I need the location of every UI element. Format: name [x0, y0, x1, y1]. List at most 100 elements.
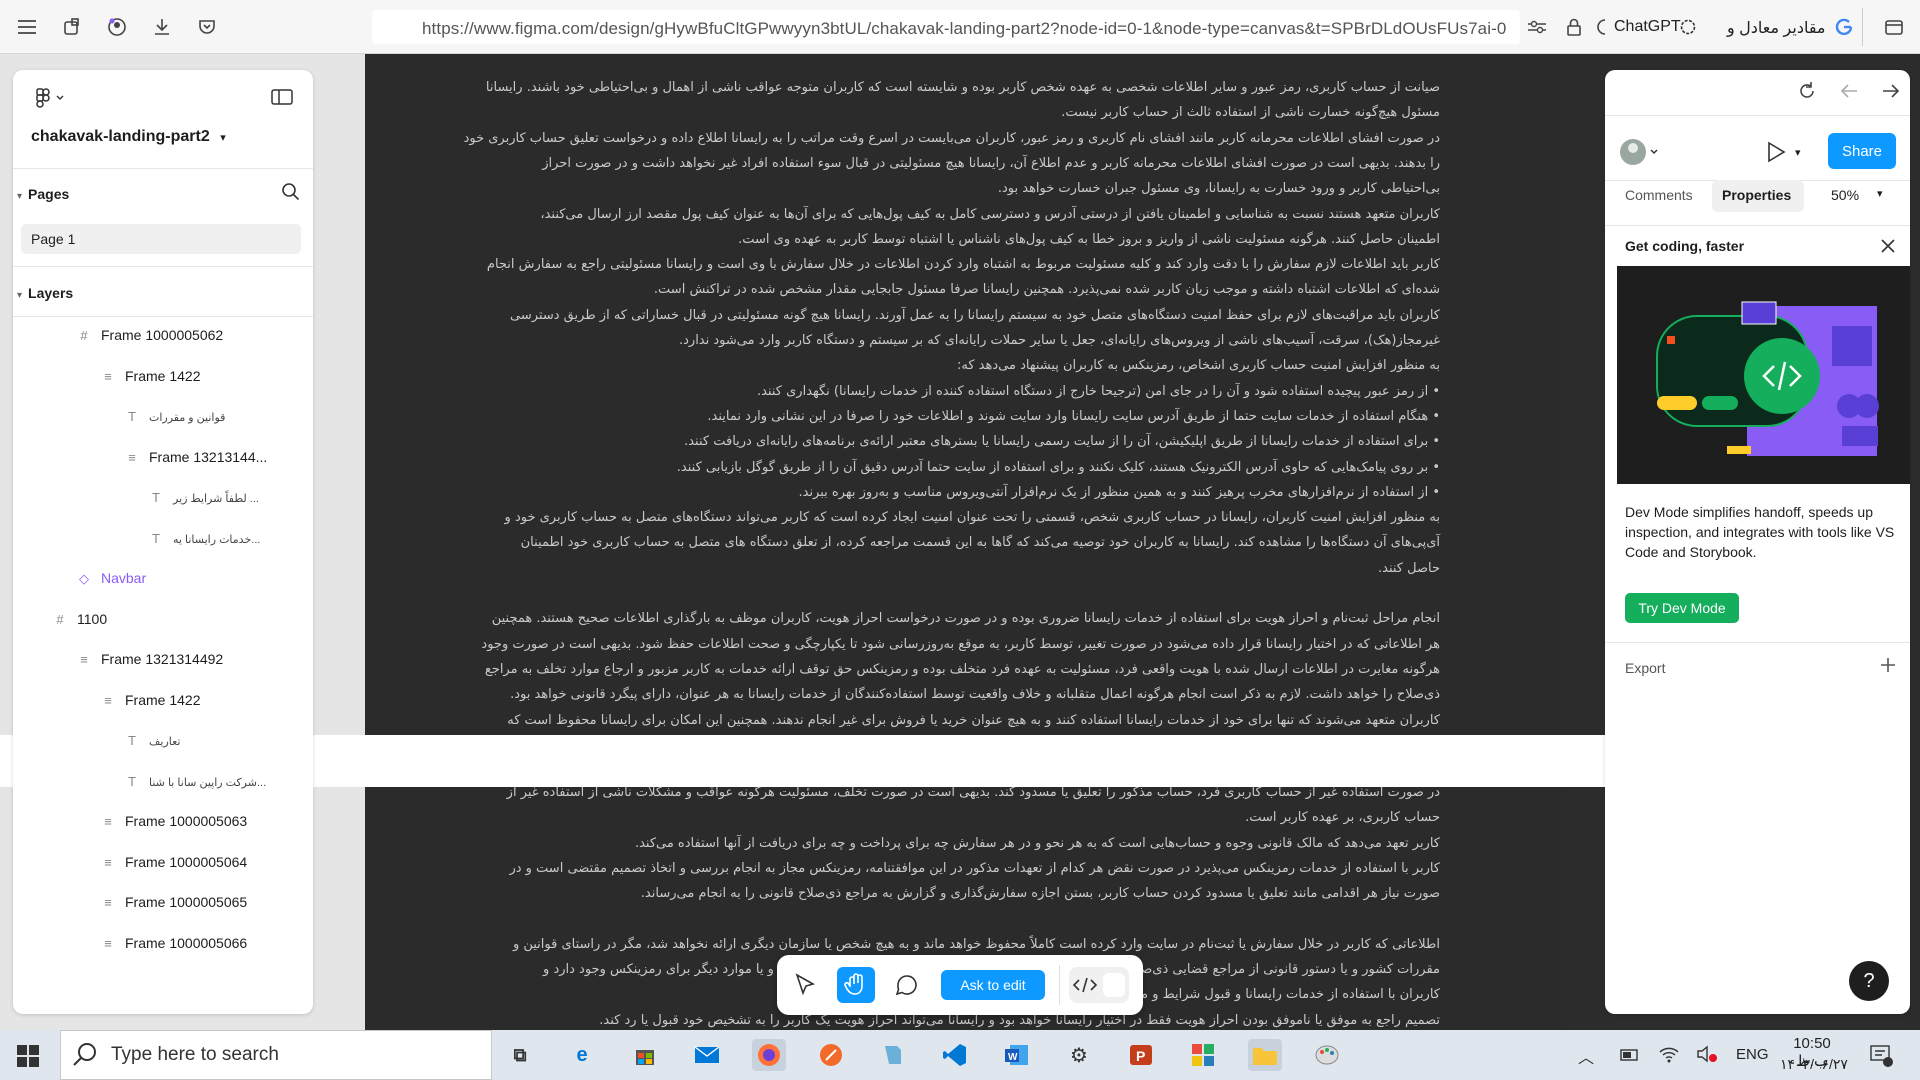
- firefox-icon[interactable]: [752, 1039, 786, 1071]
- layers-panel: chakavak-landing-part2 ▾ ▾ Pages Page 1 ▾…: [13, 70, 313, 1014]
- text-line: اطمینان حاصل کنند. هرگونه مسئولیت ناشی ا…: [738, 231, 1440, 247]
- search-placeholder: Type here to search: [111, 1044, 279, 1065]
- edge-icon[interactable]: e: [565, 1039, 599, 1071]
- hand-tool-icon[interactable]: [837, 967, 875, 1003]
- volume-muted-icon[interactable]: [1696, 1044, 1718, 1064]
- text-line: انجام مراحل ثبت‌نام و احراز هویت برای اس…: [491, 611, 1440, 627]
- chevron-up-icon[interactable]: ︿: [1578, 1044, 1594, 1068]
- properties-panel: ▾ Share Comments Properties 50% ▾ Get co…: [1605, 70, 1910, 1014]
- auto-layout-icon: ≡: [80, 652, 88, 667]
- chevron-down-icon[interactable]: ▾: [1877, 187, 1883, 200]
- play-icon[interactable]: [1765, 140, 1787, 164]
- tab-divider: [1862, 8, 1863, 46]
- google-icon: [1830, 13, 1858, 41]
- url-text[interactable]: https://www.figma.com/design/gHywBfuCltG…: [422, 19, 1506, 39]
- task-view-icon[interactable]: ⧉: [503, 1039, 537, 1071]
- text-layer-icon: T: [128, 409, 136, 424]
- layer-label: تعاریف: [149, 736, 181, 748]
- layer-item[interactable]: ≡ Frame 1321314492: [77, 651, 293, 667]
- app-grid-icon[interactable]: [1186, 1039, 1220, 1071]
- comment-tool-icon[interactable]: [893, 971, 921, 999]
- layer-item[interactable]: T قوانین و مقررات: [125, 408, 293, 424]
- notifications-icon[interactable]: [1868, 1042, 1894, 1068]
- share-button[interactable]: Share: [1828, 133, 1896, 169]
- close-icon[interactable]: [1879, 237, 1897, 255]
- reset-icon[interactable]: [1795, 79, 1819, 103]
- chevron-down-icon[interactable]: ▾: [1795, 146, 1801, 159]
- layer-item[interactable]: ≡ Frame 13213144...: [125, 449, 293, 465]
- clock-date[interactable]: ۱۴۰۳/۰۶/۲۷: [1780, 1056, 1848, 1073]
- tune-icon[interactable]: [1523, 13, 1551, 41]
- word-icon[interactable]: W: [1000, 1039, 1034, 1071]
- layer-item[interactable]: ≡ Frame 1000005066: [101, 935, 293, 951]
- url-bar[interactable]: https://www.figma.com/design/gHywBfuCltG…: [372, 10, 1520, 44]
- layer-label: Frame 1000005066: [125, 934, 248, 951]
- powerpoint-icon[interactable]: P: [1124, 1039, 1158, 1071]
- text-line: هرگونه مغایرت در اطلاعات ارسال شده با هو…: [484, 661, 1440, 677]
- notes-icon[interactable]: [876, 1039, 910, 1071]
- battery-icon[interactable]: [1618, 1046, 1640, 1064]
- tab-comments[interactable]: Comments: [1625, 187, 1693, 203]
- paint-icon[interactable]: [1310, 1039, 1344, 1071]
- account-icon[interactable]: [103, 13, 131, 41]
- layer-item[interactable]: ≡ Frame 1000005063: [101, 813, 293, 829]
- extensions-icon[interactable]: [58, 13, 86, 41]
- text-layer-icon: T: [152, 490, 160, 505]
- auto-layout-icon: ≡: [128, 449, 136, 465]
- add-icon[interactable]: [1879, 656, 1897, 674]
- settings-icon[interactable]: ⚙: [1062, 1039, 1096, 1071]
- bottom-toolbar: Ask to edit: [777, 955, 1143, 1015]
- tab-chatgpt[interactable]: ChatGPT: [1614, 18, 1681, 36]
- help-button[interactable]: ?: [1849, 961, 1889, 1001]
- component-icon: ◇: [79, 571, 89, 586]
- windows-start-icon[interactable]: [16, 1044, 40, 1068]
- divider: [1605, 115, 1910, 116]
- text-layer-icon: T: [128, 773, 136, 789]
- text-line: آی‌پی‌های آن دستگاه‌ها را مشاهده کند. را…: [520, 535, 1440, 551]
- zoom-level[interactable]: 50%: [1831, 187, 1859, 203]
- pocket-icon[interactable]: [193, 13, 221, 41]
- ask-to-edit-button[interactable]: Ask to edit: [941, 970, 1045, 1000]
- layer-item[interactable]: T خدمات رایسانا یه...: [149, 530, 293, 546]
- text-line: حاصل کنند.: [1377, 560, 1440, 576]
- arrow-forward-icon[interactable]: [1879, 79, 1903, 103]
- layer-item[interactable]: # Frame 1000005062: [77, 327, 293, 343]
- text-line: ذی‌صلاح را خواهد داشت. لازم به ذکر است ا…: [510, 687, 1440, 703]
- dev-mode-toggle[interactable]: [1069, 967, 1129, 1003]
- layer-item[interactable]: #1100: [53, 611, 293, 627]
- menu-icon[interactable]: [13, 13, 41, 41]
- svg-text:P: P: [1136, 1048, 1145, 1064]
- move-tool-icon[interactable]: [791, 971, 819, 999]
- text-line: حساب کاربری، بر عهده کاربر است.: [1245, 810, 1440, 826]
- text-line: اطلاعاتی که کاربر در خلال سفارش یا ثبت‌ن…: [512, 936, 1440, 952]
- tab-properties[interactable]: Properties: [1712, 180, 1804, 212]
- taskbar-search[interactable]: Type here to search: [60, 1030, 492, 1080]
- file-explorer-icon[interactable]: [1248, 1039, 1282, 1071]
- mail-icon[interactable]: [690, 1039, 724, 1071]
- divider: [1605, 642, 1910, 643]
- download-icon[interactable]: [148, 13, 176, 41]
- tabs-overview-icon[interactable]: [1880, 13, 1908, 41]
- help-label: ?: [1863, 969, 1875, 992]
- try-dev-mode-button[interactable]: Try Dev Mode: [1625, 593, 1739, 623]
- wifi-icon[interactable]: [1658, 1044, 1680, 1064]
- layer-item[interactable]: T شرکت راپین سانا با شنا...: [125, 773, 293, 789]
- layer-label: خدمات رایسانا یه...: [173, 533, 261, 546]
- app-orange-icon[interactable]: [814, 1039, 848, 1071]
- layer-item[interactable]: ◇ Navbar: [77, 570, 293, 587]
- layer-item[interactable]: ≡ Frame 1000005065: [101, 894, 293, 910]
- layer-item[interactable]: T لطفاً شرایط زیر ...: [149, 489, 293, 505]
- text-layer-icon: T: [152, 530, 160, 546]
- lock-icon[interactable]: [1560, 13, 1588, 41]
- layer-item[interactable]: T تعاریف: [125, 732, 293, 748]
- text-line: غیرمجاز(هک)، سرقت، آسیب‌های ناشی از ویرو…: [679, 333, 1440, 348]
- avatar[interactable]: [1619, 138, 1661, 166]
- layer-item[interactable]: ≡ Frame 1422: [101, 368, 293, 384]
- layer-item[interactable]: ≡ Frame 1422: [101, 692, 293, 708]
- vscode-icon[interactable]: [938, 1039, 972, 1071]
- arrow-back-icon[interactable]: [1837, 79, 1861, 103]
- store-icon[interactable]: [628, 1039, 662, 1071]
- tab-search[interactable]: مقادیر معادل و: [1727, 18, 1825, 38]
- language-indicator[interactable]: ENG: [1736, 1046, 1769, 1063]
- layer-item[interactable]: ≡ Frame 1000005064: [101, 854, 293, 870]
